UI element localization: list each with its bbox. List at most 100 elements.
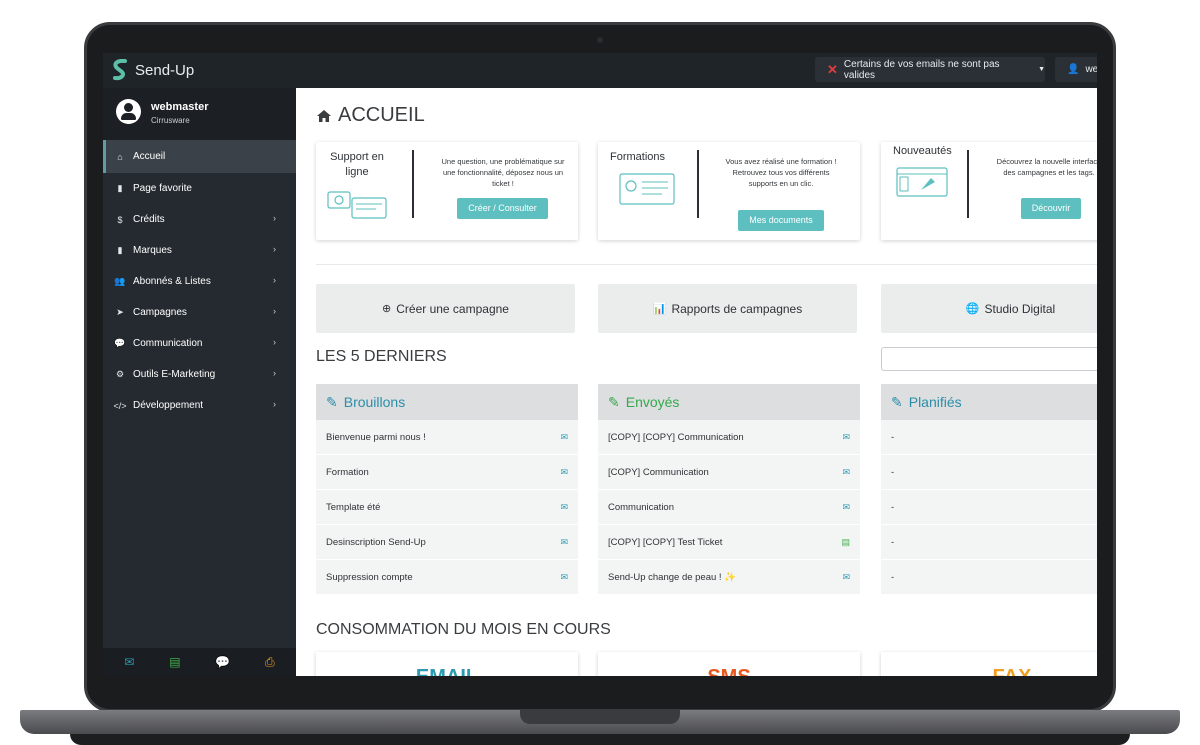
sidebar-profile[interactable]: webmaster Cirrusware — [103, 88, 296, 140]
list-item: - — [881, 560, 1097, 595]
sidebar-item-label: Abonnés & Listes — [133, 276, 211, 287]
app-screen: Send-Up ✕ Certains de vos emails ne sont… — [103, 53, 1097, 676]
globe-icon: 🌐 — [965, 303, 980, 315]
envelope-icon: ✉ — [560, 537, 568, 547]
page-title-text: ACCUEIL — [338, 104, 425, 126]
divider — [316, 264, 1097, 265]
comments-icon[interactable]: 💬 — [215, 655, 230, 669]
avatar — [116, 99, 141, 124]
home-icon — [317, 109, 331, 122]
invalid-emails-dropdown[interactable]: ✕ Certains de vos emails ne sont pas val… — [815, 57, 1045, 82]
list-title: Planifiés — [908, 394, 962, 410]
sidebar-item-label: Page favorite — [133, 183, 192, 194]
dollar-icon: $ — [117, 214, 123, 225]
envelope-icon[interactable]: ✉ — [124, 655, 134, 669]
user-menu-button[interactable]: 👤 web — [1055, 57, 1097, 82]
list-item[interactable]: Template été ✉ — [316, 490, 578, 525]
sidebar-item-credits[interactable]: $ Crédits › — [103, 204, 296, 235]
list-item[interactable]: Bienvenue parmi nous ! ✉ — [316, 420, 578, 455]
page-title: ACCUEIL — [316, 104, 425, 127]
email-consumption-label: EMAIL — [316, 666, 578, 676]
envelope-icon: ✉ — [842, 502, 850, 512]
studio-digital-label: Studio Digital — [984, 301, 1056, 316]
list-title: Brouillons — [343, 394, 406, 410]
campaign-reports-label: Rapports de campagnes — [671, 301, 803, 316]
laptop-base-notch — [520, 710, 680, 724]
document-icon[interactable]: ▤ — [169, 655, 180, 669]
edit-icon: ✎ — [608, 393, 620, 410]
card-divider — [697, 150, 699, 218]
email-consumption-card: EMAIL — [316, 652, 578, 676]
document-icon: ▤ — [841, 537, 850, 547]
card-text: Une question, une problématique sur une … — [441, 157, 565, 188]
sidebar-item-label: Communication — [133, 338, 203, 349]
user-menu-label: web — [1085, 64, 1097, 75]
sidebar-item-outils-emarketing[interactable]: ⚙ Outils E-Marketing › — [103, 359, 296, 390]
sidebar-item-accueil[interactable]: ⌂ Accueil — [103, 140, 296, 173]
sidebar-item-label: Marques — [133, 245, 172, 256]
list-item[interactable]: Desinscription Send-Up ✉ — [316, 525, 578, 560]
print-icon[interactable]: ⎙ — [265, 655, 275, 670]
sidebar-item-label: Crédits — [133, 214, 165, 225]
search-input[interactable] — [881, 347, 1097, 371]
envelope-icon: ✉ — [560, 502, 568, 512]
list-item[interactable]: Formation ✉ — [316, 455, 578, 490]
edit-icon: ✎ — [891, 393, 903, 410]
discover-button[interactable]: Découvrir — [1021, 198, 1081, 219]
sidebar-item-page-favorite[interactable]: ▮ Page favorite — [103, 173, 296, 204]
fax-consumption-card: FAX — [881, 652, 1097, 676]
formations-card: Formations Vous avez réalisé une formati… — [598, 142, 860, 240]
brand-name[interactable]: Send-Up — [135, 62, 194, 79]
card-title: Formations — [610, 151, 666, 163]
support-card: Support en ligne Une question, une probl… — [316, 142, 578, 240]
gear-icon: ⚙ — [115, 369, 125, 379]
bar-chart-icon: 📊 — [652, 303, 667, 315]
list-header: ✎ Brouillons — [316, 384, 578, 420]
list-header: ✎ Envoyés — [598, 384, 860, 420]
sidebar-item-developpement[interactable]: </> Développement › — [103, 390, 296, 421]
create-campaign-button[interactable]: ⊕ Créer une campagne — [316, 284, 575, 333]
sidebar-footer: ✉ ▤ 💬 ⎙ — [103, 648, 296, 676]
list-item[interactable]: Send-Up change de peau ! ✨ ✉ — [598, 560, 860, 595]
card-title: Nouveautés — [893, 145, 952, 157]
formations-illustration-icon — [619, 173, 675, 205]
list-item[interactable]: [COPY] Communication ✉ — [598, 455, 860, 490]
card-divider — [967, 150, 969, 218]
code-icon: </> — [113, 400, 127, 411]
fax-consumption-label: FAX — [881, 666, 1097, 676]
last-five-heading: LES 5 DERNIERS — [316, 348, 447, 365]
card-title: Support en ligne — [330, 151, 384, 178]
invalid-emails-text: Certains de vos emails ne sont pas valid… — [843, 58, 1000, 81]
card-divider — [412, 150, 414, 218]
studio-digital-button[interactable]: 🌐 Studio Digital — [881, 284, 1097, 333]
users-icon: 👥 — [114, 276, 126, 286]
envelope-icon: ✉ — [560, 572, 568, 582]
send-up-logo-icon — [113, 59, 127, 81]
comments-icon: 💬 — [114, 338, 126, 348]
list-item[interactable]: [COPY] [COPY] Communication ✉ — [598, 420, 860, 455]
plus-circle-icon: ⊕ — [382, 303, 392, 315]
list-item[interactable]: Suppression compte ✉ — [316, 560, 578, 595]
sidebar-item-marques[interactable]: ▮ Marques › — [103, 235, 296, 266]
sidebar: webmaster Cirrusware ⌂ Accueil ▮ Page fa… — [103, 88, 296, 676]
envelope-icon: ✉ — [842, 467, 850, 477]
list-item[interactable]: Communication ✉ — [598, 490, 860, 525]
list-item[interactable]: [COPY] [COPY] Test Ticket ▤ — [598, 525, 860, 560]
sidebar-item-campagnes[interactable]: ➤ Campagnes › — [103, 297, 296, 328]
profile-name: webmaster — [151, 101, 209, 113]
drafts-list: ✎ Brouillons Bienvenue parmi nous ! ✉ For… — [316, 384, 578, 595]
my-documents-button[interactable]: Mes documents — [738, 210, 824, 231]
paper-plane-icon: ➤ — [116, 307, 124, 317]
chevron-right-icon: › — [273, 244, 276, 254]
chevron-right-icon: › — [273, 213, 276, 223]
list-item: - — [881, 490, 1097, 525]
create-consult-ticket-button[interactable]: Créer / Consulter — [457, 198, 548, 219]
campaign-reports-button[interactable]: 📊 Rapports de campagnes — [598, 284, 857, 333]
sidebar-item-communication[interactable]: 💬 Communication › — [103, 328, 296, 359]
consumption-heading: CONSOMMATION DU MOIS EN COURS — [316, 621, 611, 638]
caret-down-icon: ▼ — [1038, 66, 1045, 73]
sidebar-item-label: Outils E-Marketing — [133, 369, 216, 380]
chevron-right-icon: › — [273, 399, 276, 409]
sidebar-item-abonnes-listes[interactable]: 👥 Abonnés & Listes › — [103, 266, 296, 297]
home-icon: ⌂ — [117, 151, 123, 162]
